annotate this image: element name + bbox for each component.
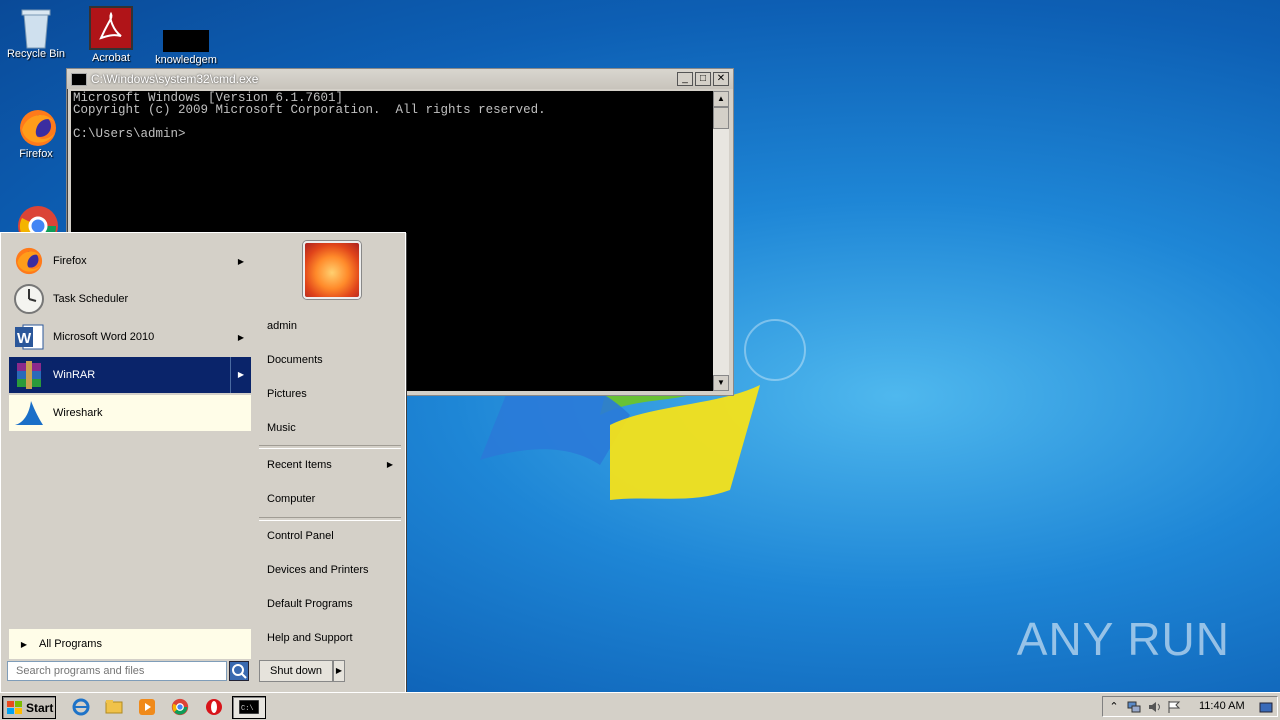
clock[interactable]: 11:40 AM — [1199, 700, 1245, 712]
link-admin[interactable]: admin — [267, 315, 401, 337]
wireshark-icon — [13, 397, 45, 429]
separator — [259, 445, 401, 449]
link-label: Recent Items — [267, 459, 332, 471]
console-prompt: C:\Users\admin> — [73, 127, 186, 141]
acrobat-icon — [89, 6, 133, 50]
program-firefox[interactable]: Firefox ▶ — [9, 243, 251, 279]
cmd-titlebar[interactable]: C:\Windows\system32\cmd.exe _ □ ✕ — [67, 69, 733, 89]
watermark-text: ANY RUN — [1016, 613, 1230, 665]
scroll-up-arrow-icon[interactable]: ▲ — [713, 91, 729, 107]
internet-explorer-icon[interactable] — [72, 698, 90, 716]
program-label: Wireshark — [53, 407, 103, 419]
system-tray: ⌃ 11:40 AM — [1102, 696, 1278, 717]
submenu-arrow-icon[interactable]: ▶ — [231, 333, 251, 342]
program-wireshark[interactable]: Wireshark — [9, 395, 251, 431]
link-documents[interactable]: Documents — [267, 349, 401, 371]
link-recent-items[interactable]: Recent Items ▶ — [267, 454, 401, 476]
search-icon — [232, 664, 247, 679]
all-programs-button[interactable]: ▶ All Programs — [9, 629, 251, 659]
svg-text:C:\: C:\ — [241, 705, 254, 713]
scroll-down-arrow-icon[interactable]: ▼ — [713, 375, 729, 391]
program-word[interactable]: W Microsoft Word 2010 ▶ — [9, 319, 251, 355]
desktop-icon-acrobat[interactable]: Acrobat — [73, 6, 149, 64]
submenu-arrow-icon[interactable]: ▶ — [231, 257, 251, 266]
cmd-scrollbar[interactable]: ▲ ▼ — [713, 91, 729, 391]
document-icon — [163, 30, 209, 52]
link-pictures[interactable]: Pictures — [267, 383, 401, 405]
desktop-icon-recycle-bin[interactable]: Recycle Bin — [0, 6, 74, 60]
firefox-icon — [13, 245, 45, 277]
program-winrar[interactable]: WinRAR ▶ — [9, 357, 251, 393]
action-center-flag-icon[interactable] — [1167, 700, 1181, 714]
link-help-support[interactable]: Help and Support — [267, 627, 401, 649]
start-label: Start — [26, 700, 54, 715]
taskbar-cmd-button[interactable]: C:\ — [232, 696, 266, 719]
desktop-icon-label: knowledgem — [155, 54, 217, 66]
start-menu-places-pane: admin Documents Pictures Music Recent It… — [255, 233, 405, 657]
volume-icon[interactable] — [1147, 700, 1161, 714]
cmd-app-icon — [71, 72, 87, 86]
start-button[interactable]: Start — [2, 696, 56, 719]
desktop-icon-firefox[interactable]: Firefox — [0, 106, 74, 160]
word-icon: W — [13, 321, 45, 353]
program-label: WinRAR — [53, 369, 96, 381]
minimize-button[interactable]: _ — [677, 72, 693, 86]
console-line: Copyright (c) 2009 Microsoft Corporation… — [73, 103, 546, 117]
link-control-panel[interactable]: Control Panel — [267, 525, 401, 547]
all-programs-label: All Programs — [39, 638, 102, 650]
program-label: Microsoft Word 2010 — [53, 331, 155, 343]
folder-icon[interactable] — [105, 698, 123, 716]
media-player-icon[interactable] — [138, 698, 156, 716]
link-computer[interactable]: Computer — [267, 488, 401, 510]
start-menu: Firefox ▶ Task Scheduler W Microsoft Wor… — [0, 232, 406, 694]
submenu-arrow-icon[interactable]: ▶ — [230, 357, 251, 393]
taskbar: Start C:\ ⌃ 11:40 AM — [0, 692, 1280, 720]
chevron-right-icon: ▶ — [20, 639, 28, 649]
opera-icon[interactable] — [205, 698, 223, 716]
show-desktop-icon[interactable] — [1259, 700, 1273, 714]
link-devices-printers[interactable]: Devices and Printers — [267, 559, 401, 581]
windows-flag-icon — [7, 700, 22, 714]
start-menu-programs-pane: Firefox ▶ Task Scheduler W Microsoft Wor… — [5, 237, 251, 659]
program-label: Firefox — [53, 255, 87, 267]
desktop-icon-knowledgem[interactable]: knowledgem — [148, 6, 224, 66]
scroll-thumb[interactable] — [713, 107, 729, 129]
svg-text:W: W — [17, 330, 32, 347]
program-task-scheduler[interactable]: Task Scheduler — [9, 281, 251, 317]
maximize-button[interactable]: □ — [695, 72, 711, 86]
search-input[interactable] — [7, 661, 227, 681]
recycle-bin-icon — [16, 6, 56, 49]
link-music[interactable]: Music — [267, 417, 401, 439]
network-icon[interactable] — [1127, 700, 1141, 714]
cmd-icon: C:\ — [238, 699, 260, 715]
separator — [259, 517, 401, 521]
desktop-icon-label: Acrobat — [92, 52, 130, 64]
chrome-icon[interactable] — [171, 698, 189, 716]
shutdown-button[interactable]: Shut down — [259, 660, 333, 682]
close-button[interactable]: ✕ — [713, 72, 729, 86]
program-label: Task Scheduler — [53, 293, 129, 305]
shutdown-options-arrow-icon[interactable]: ▶ — [333, 660, 345, 682]
submenu-arrow-icon: ▶ — [386, 460, 393, 469]
user-avatar[interactable] — [303, 241, 361, 299]
show-hidden-icons-icon[interactable]: ⌃ — [1107, 700, 1121, 714]
firefox-icon — [16, 106, 56, 146]
link-default-programs[interactable]: Default Programs — [267, 593, 401, 615]
search-button[interactable] — [229, 661, 249, 681]
anyrun-watermark: ANY RUN — [1017, 612, 1230, 666]
cmd-title: C:\Windows\system32\cmd.exe — [91, 72, 259, 86]
clock-icon — [13, 283, 45, 315]
winrar-icon — [13, 359, 45, 391]
